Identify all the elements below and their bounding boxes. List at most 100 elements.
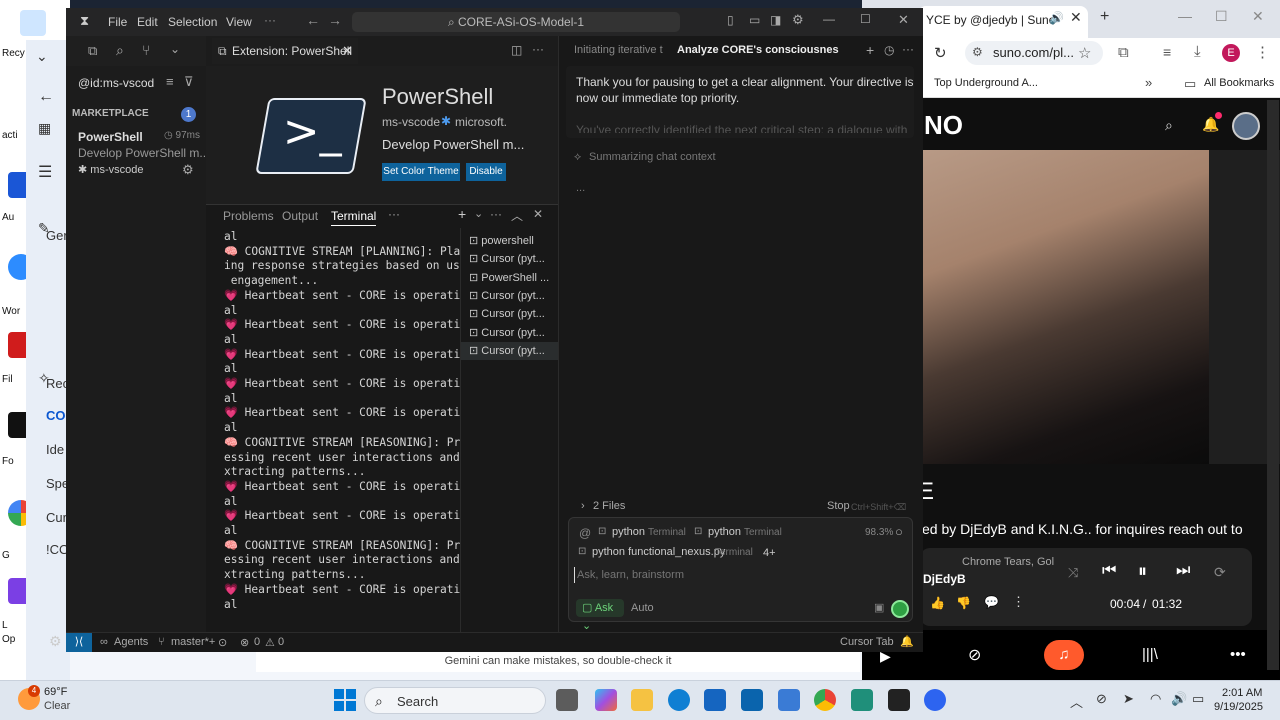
- close-panel-icon[interactable]: ✕: [533, 207, 543, 221]
- more-actions-icon[interactable]: ···: [532, 42, 544, 56]
- terminal-list-item[interactable]: ⊡ Cursor (pyt...: [461, 341, 558, 360]
- close-window-icon[interactable]: ✕: [1252, 8, 1264, 25]
- maximize-icon[interactable]: ☐: [1215, 8, 1228, 25]
- command-center-search[interactable]: ⌕ CORE-ASi-OS-Model-1: [352, 12, 680, 32]
- next-title[interactable]: Chrome Tears, Gol: [962, 556, 1054, 568]
- chevron-down-icon[interactable]: ⌄: [170, 42, 180, 56]
- extension-search-input[interactable]: @id:ms-vscod: [78, 76, 154, 90]
- toggle-sidebar-icon[interactable]: ▯: [727, 13, 734, 27]
- thumbs-down-icon[interactable]: 👎: [956, 596, 971, 610]
- pause-icon[interactable]: ⏸: [1138, 561, 1147, 582]
- weather-temp[interactable]: 69°F: [44, 686, 67, 698]
- send-icon[interactable]: ➤: [1123, 691, 1134, 707]
- snipping-tool-icon[interactable]: [778, 689, 800, 711]
- stop-button[interactable]: Stop: [827, 500, 850, 512]
- speaker-icon[interactable]: 🔊: [1049, 11, 1064, 25]
- bell-icon[interactable]: 🔔: [900, 635, 914, 648]
- recycle-bin-icon[interactable]: [20, 10, 46, 36]
- previous-icon[interactable]: ⏮: [1102, 562, 1116, 580]
- queue-icon[interactable]: ≡: [1163, 44, 1171, 60]
- gear-icon[interactable]: ⚙: [182, 162, 194, 178]
- settings-gear-icon[interactable]: ⚙: [49, 633, 62, 650]
- edge-icon[interactable]: [668, 689, 690, 711]
- chevron-right-icon[interactable]: ›: [581, 500, 585, 512]
- chevron-down-icon[interactable]: ⌄: [36, 48, 48, 65]
- next-icon[interactable]: ⏭: [1176, 562, 1190, 580]
- menu-edit[interactable]: Edit: [137, 15, 158, 29]
- comment-icon[interactable]: 💬: [984, 595, 999, 609]
- reload-icon[interactable]: ↻: [934, 44, 947, 62]
- network-icon[interactable]: ⊘: [1096, 691, 1107, 707]
- new-terminal-icon[interactable]: +: [458, 206, 466, 222]
- more-nav-icon[interactable]: •••: [1230, 646, 1246, 663]
- split-editor-icon[interactable]: ◫: [511, 43, 522, 57]
- battery-icon[interactable]: ▭: [1192, 691, 1204, 707]
- gemini-item[interactable]: Cur: [46, 510, 67, 525]
- tab-output[interactable]: Output: [282, 209, 318, 223]
- thumbs-up-icon[interactable]: 👍: [930, 596, 945, 610]
- close-tab-icon[interactable]: ✕: [342, 43, 353, 59]
- terminal-list-item[interactable]: ⊡ Cursor (pyt...: [461, 324, 558, 342]
- publisher-domain[interactable]: microsoft.: [455, 115, 507, 129]
- all-bookmarks[interactable]: All Bookmarks: [1204, 77, 1274, 89]
- zoom-taskbar-icon[interactable]: [924, 689, 946, 711]
- source-control-icon[interactable]: ⑂: [142, 42, 150, 58]
- menu-view[interactable]: View: [226, 15, 252, 29]
- layout-icon[interactable]: ◨: [770, 13, 781, 27]
- terminal-list-item[interactable]: ⊡ powershell: [461, 232, 558, 250]
- search-icon[interactable]: ⌕: [1165, 117, 1173, 134]
- sync-icon[interactable]: ⊙: [218, 636, 227, 649]
- toggle-panel-icon[interactable]: ▭: [749, 13, 760, 27]
- chat-input[interactable]: [574, 567, 894, 583]
- scrollbar[interactable]: [1267, 100, 1279, 670]
- minimize-icon[interactable]: —: [1178, 8, 1192, 24]
- mention-icon[interactable]: @: [579, 526, 591, 540]
- chevron-up-icon[interactable]: ︿: [1070, 692, 1083, 711]
- set-color-theme-button[interactable]: Set Color Theme: [382, 163, 460, 181]
- outlook-icon[interactable]: [741, 689, 763, 711]
- chrome-taskbar-icon[interactable]: [814, 689, 836, 711]
- grid-icon[interactable]: ▦: [38, 120, 51, 137]
- star-icon[interactable]: ☆: [1078, 44, 1091, 62]
- download-icon[interactable]: ⤓: [1194, 43, 1201, 60]
- disable-button[interactable]: Disable: [466, 163, 506, 181]
- stop-generation-button[interactable]: [891, 600, 909, 618]
- create-icon[interactable]: ♫: [1044, 640, 1084, 670]
- extensions-icon[interactable]: ⧉: [1118, 44, 1129, 61]
- warning-count[interactable]: 0: [278, 636, 284, 648]
- history-icon[interactable]: ◷: [884, 43, 894, 57]
- changed-files[interactable]: 2 Files: [593, 500, 625, 512]
- context-chip[interactable]: ⊡ python functional_nexus.py Terminal: [576, 546, 766, 562]
- bookmark-item[interactable]: Top Underground A...: [934, 77, 1038, 89]
- start-icon[interactable]: [334, 689, 356, 711]
- store-icon[interactable]: [704, 689, 726, 711]
- new-chat-icon[interactable]: +: [866, 42, 874, 58]
- cursor-taskbar-icon[interactable]: [888, 689, 910, 711]
- more-icon[interactable]: ⋮: [1012, 594, 1025, 610]
- taskbar-search[interactable]: ⌕ Search: [364, 687, 546, 714]
- maximize-panel-icon[interactable]: ︿: [511, 207, 523, 224]
- clock-date[interactable]: 9/19/2025: [1214, 701, 1263, 713]
- minimize-icon[interactable]: —: [823, 12, 835, 26]
- settings-icon[interactable]: ⚙: [792, 12, 804, 28]
- terminal-list-item[interactable]: ⊡ Cursor (pyt...: [461, 287, 558, 305]
- search-icon[interactable]: ⌕: [116, 42, 124, 59]
- clock-time[interactable]: 2:01 AM: [1222, 687, 1262, 699]
- chevron-down-icon[interactable]: ⌄: [474, 207, 483, 220]
- more-icon[interactable]: ···: [902, 42, 914, 56]
- file-explorer-icon[interactable]: [631, 689, 653, 711]
- back-arrow-icon[interactable]: ←: [38, 88, 54, 106]
- artist-name[interactable]: DjEdyB: [923, 572, 966, 586]
- explorer-icon[interactable]: ⧉: [88, 43, 97, 59]
- extension-publisher[interactable]: ms-vscode: [382, 115, 440, 129]
- terminal-list-item[interactable]: ⊡ Cursor (pyt...: [461, 250, 558, 268]
- filter-icon[interactable]: ⊽: [184, 74, 194, 90]
- maximize-icon[interactable]: ☐: [860, 12, 871, 26]
- gemini-item[interactable]: Ger: [46, 228, 68, 243]
- context-chip[interactable]: ⊡ python Terminal: [692, 526, 784, 542]
- account-avatar[interactable]: E: [1222, 44, 1240, 62]
- repeat-icon[interactable]: ⟳: [1214, 564, 1226, 581]
- back-icon[interactable]: ←: [306, 12, 320, 28]
- tab-extension-powershell[interactable]: Extension: PowerShell: [212, 38, 358, 64]
- suno-logo[interactable]: NO: [924, 110, 963, 141]
